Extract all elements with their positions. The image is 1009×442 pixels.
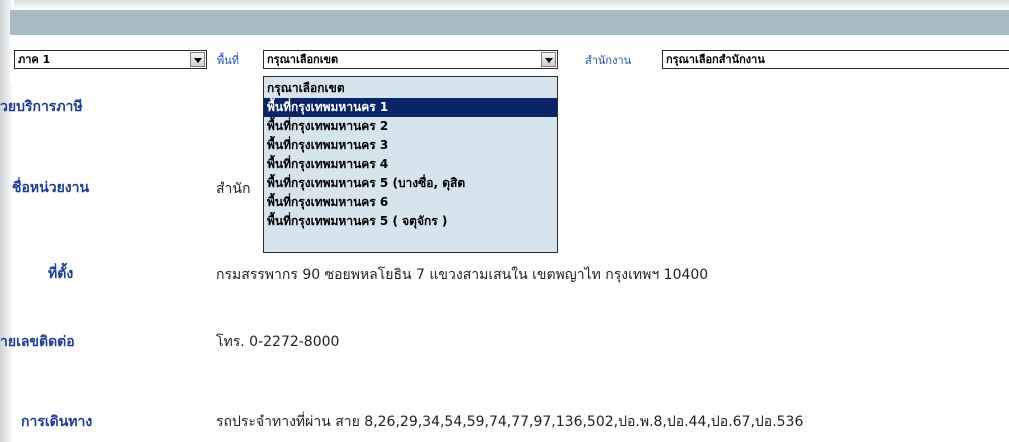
region-select[interactable]: ภาค 1	[14, 50, 207, 69]
chevron-down-icon	[194, 58, 202, 63]
travel-label: การเดินทาง	[21, 414, 93, 430]
location-label: ที่ตั้ง	[48, 266, 74, 282]
travel-value: รถประจำทางที่ผ่าน สาย 8,26,29,34,54,59,7…	[216, 414, 804, 430]
office-select-value: กรุณาเลือกสำนักงาน	[666, 53, 765, 66]
area-option[interactable]: พื้นที่กรุงเทพมหานคร 5 ( จตุจักร )	[264, 212, 557, 231]
office-name-label: ชื่อหน่วยงาน	[12, 180, 90, 196]
area-option[interactable]: พื้นที่กรุงเทพมหานคร 6	[264, 193, 557, 212]
region-select-value: ภาค 1	[18, 53, 51, 66]
service-unit-heading: วยบริการภาษี	[0, 99, 83, 115]
area-option[interactable]: พื้นที่กรุงเทพมหานคร 2	[264, 117, 557, 136]
contact-number-label: ายเลขติดต่อ	[0, 334, 75, 350]
office-label: สำนักงาน	[585, 54, 632, 67]
region-dropdown-button[interactable]	[190, 52, 205, 67]
area-option[interactable]: พื้นที่กรุงเทพมหานคร 5 (บางซื่อ, ดุสิต	[264, 174, 557, 193]
area-option[interactable]: พื้นที่กรุงเทพมหานคร 3	[264, 136, 557, 155]
area-option[interactable]: กรุณาเลือกเขต	[264, 79, 557, 98]
area-select-value: กรุณาเลือกเขต	[267, 53, 339, 66]
area-option[interactable]: พื้นที่กรุงเทพมหานคร 4	[264, 155, 557, 174]
contact-number-value: โทร. 0-2272-8000	[216, 334, 340, 350]
area-dropdown-list[interactable]: กรุณาเลือกเขต พื้นที่กรุงเทพมหานคร 1 พื้นท…	[263, 76, 558, 253]
area-option[interactable]: พื้นที่กรุงเทพมหานคร 1	[264, 98, 557, 117]
office-name-value: สำนัก	[216, 181, 251, 197]
area-label: พื้นที่	[217, 54, 240, 67]
header-bar	[10, 10, 1009, 35]
chevron-down-icon	[545, 58, 553, 63]
location-value: กรมสรรพากร 90 ซอยพหลโยธิน 7 แขวงสามเสนใน…	[216, 267, 709, 283]
area-select[interactable]: กรุณาเลือกเขต	[263, 50, 558, 69]
office-select[interactable]: กรุณาเลือกสำนักงาน	[662, 50, 1009, 69]
top-shadow-band	[0, 0, 1009, 10]
area-dropdown-button[interactable]	[541, 52, 556, 67]
